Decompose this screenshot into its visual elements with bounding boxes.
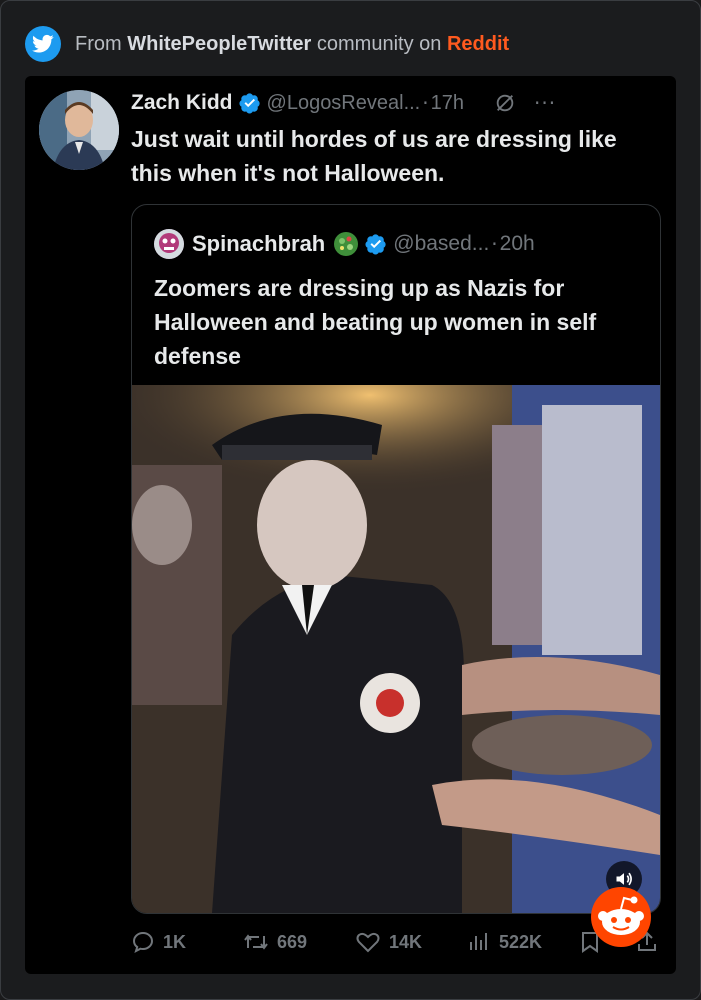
source-text: From WhitePeopleTwitter community on Red… — [75, 33, 509, 56]
quoted-tweet[interactable]: Spinachbrah @based... · 20h Zoomers are … — [131, 204, 661, 914]
repost-button[interactable]: 669 — [243, 924, 307, 960]
author-name[interactable]: Zach Kidd — [131, 91, 233, 115]
views-icon — [470, 933, 487, 950]
quote-avatar[interactable] — [154, 229, 184, 259]
views-button[interactable]: 522K — [467, 924, 542, 960]
spinach-emoji-icon — [334, 232, 359, 256]
verified-badge-icon — [238, 93, 260, 114]
twitter-bird-icon — [25, 26, 61, 62]
grok-icon[interactable] — [494, 92, 516, 114]
quote-author-handle[interactable]: @based... — [393, 232, 489, 256]
reply-icon — [132, 931, 154, 953]
reply-count: 1K — [163, 931, 187, 952]
separator-dot: · — [422, 91, 429, 115]
avatar[interactable] — [39, 90, 119, 170]
quote-author-line: Spinachbrah @based... · 20h — [154, 227, 535, 261]
reddit-logo-icon — [591, 887, 651, 947]
repost-count: 669 — [277, 931, 308, 952]
verified-badge-icon — [365, 234, 386, 255]
author-line: Zach Kidd @LogosReveal... · 17h ··· — [131, 88, 666, 118]
video-media[interactable] — [132, 385, 660, 913]
community-link[interactable]: WhitePeopleTwitter — [127, 33, 311, 55]
video-frame — [132, 385, 660, 913]
quote-time[interactable]: 20h — [500, 232, 535, 256]
quote-text: Zoomers are dressing up as Nazis for Hal… — [154, 275, 597, 369]
platform-link[interactable]: Reddit — [447, 33, 509, 55]
reply-button[interactable]: 1K — [131, 924, 186, 960]
tweet-time[interactable]: 17h — [431, 92, 464, 115]
source-prefix: From — [75, 32, 122, 55]
like-button[interactable]: 14K — [355, 924, 422, 960]
author-handle[interactable]: @LogosReveal... — [267, 92, 421, 115]
separator-dot: · — [491, 232, 498, 256]
more-icon[interactable]: ··· — [534, 91, 556, 115]
tweet-card: Zach Kidd @LogosReveal... · 17h ··· Just… — [25, 76, 676, 974]
tweet-text: Just wait until hordes of us are dressin… — [131, 126, 617, 186]
views-count: 522K — [499, 931, 543, 952]
source-bar: From WhitePeopleTwitter community on Red… — [25, 25, 509, 63]
repost-icon — [244, 934, 268, 950]
source-middle: community on — [316, 32, 442, 55]
like-icon — [356, 932, 380, 953]
like-count: 14K — [389, 931, 423, 952]
quote-author-name[interactable]: Spinachbrah — [192, 231, 325, 257]
